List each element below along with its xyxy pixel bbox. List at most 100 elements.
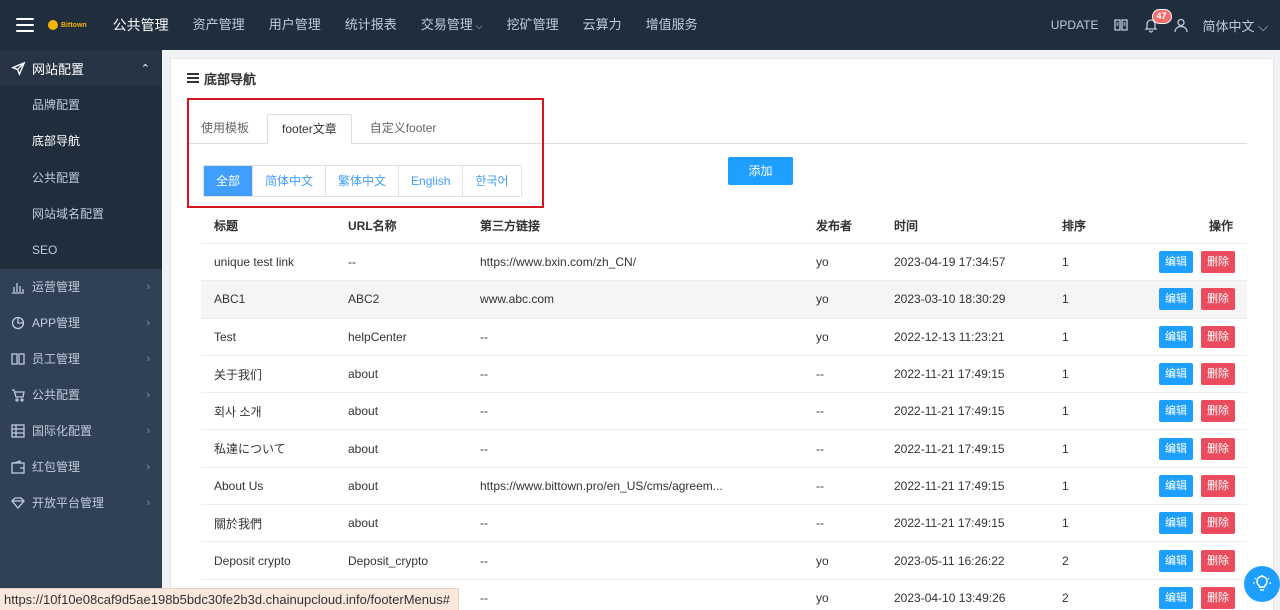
- lightbulb-icon[interactable]: [1244, 566, 1280, 602]
- table-cell-time: 2023-05-11 16:26:22: [894, 553, 1005, 568]
- table-cell-time: 2022-11-21 17:49:15: [894, 367, 1005, 382]
- table-cell-url: about: [348, 367, 379, 382]
- topnav-item-label: 增值服务: [645, 17, 698, 32]
- sidebar-group-label: 开放平台管理: [32, 496, 105, 510]
- edit-button[interactable]: 编辑: [1159, 586, 1193, 609]
- bar-chart-icon: [10, 280, 26, 294]
- table-cell-url: about: [348, 516, 379, 531]
- table-header: 标题 URL名称 第三方链接 发布者 时间 排序 操作: [201, 208, 1247, 244]
- table-row: 关于我们 about -- -- 2022-11-21 17:49:15 1 编辑 删除: [201, 356, 1247, 394]
- page-title-text: 底部导航: [204, 72, 257, 87]
- delete-button[interactable]: 删除: [1201, 325, 1235, 348]
- delete-button[interactable]: 删除: [1201, 512, 1235, 535]
- table-cell-link: --: [480, 553, 488, 568]
- language-selector[interactable]: 简体中文 ⌵: [1203, 16, 1269, 35]
- row-actions: 编辑 删除: [1139, 251, 1247, 274]
- table-cell-time: 2022-12-13 11:23:21: [894, 329, 1005, 344]
- user-icon[interactable]: [1173, 17, 1189, 33]
- delete-button[interactable]: 删除: [1201, 288, 1235, 311]
- delete-button[interactable]: 删除: [1201, 474, 1235, 497]
- chevron-up-icon: ⌃: [140, 62, 150, 75]
- topnav-item[interactable]: 公共管理: [101, 0, 181, 50]
- bell-icon[interactable]: 47: [1143, 9, 1172, 33]
- topnav-item-label: 云算力: [582, 17, 622, 32]
- topnav-item[interactable]: 用户管理: [257, 0, 333, 50]
- column-header: URL名称: [348, 219, 397, 233]
- column-header: 标题: [214, 219, 239, 233]
- sidebar-subitem[interactable]: 底部导航: [0, 123, 162, 160]
- delete-button[interactable]: 删除: [1201, 251, 1235, 274]
- topnav-item[interactable]: 资产管理: [181, 0, 257, 50]
- logo-mark: [48, 20, 58, 30]
- list-icon: [187, 71, 199, 86]
- row-actions: 编辑 删除: [1139, 400, 1247, 423]
- sidebar-subitem[interactable]: 公共配置: [0, 159, 162, 196]
- grid-icon: [10, 423, 26, 438]
- table-cell-title: About Us: [214, 478, 264, 493]
- brand-logo[interactable]: Bittown: [48, 20, 87, 30]
- edit-button[interactable]: 编辑: [1159, 400, 1193, 423]
- topnav-item[interactable]: 云算力: [571, 0, 634, 50]
- sidebar-group-website-config[interactable]: 网站配置 ⌃: [0, 50, 162, 86]
- sidebar-group[interactable]: 国际化配置 ›: [0, 413, 162, 449]
- sidebar-group[interactable]: 运营管理 ›: [0, 269, 162, 305]
- column-header: 发布者: [816, 219, 853, 233]
- delete-button[interactable]: 删除: [1201, 363, 1235, 386]
- topnav-item[interactable]: 交易管理 ⌵: [409, 0, 495, 51]
- table-cell-sort: 1: [1062, 478, 1069, 493]
- table-cell-publisher: --: [816, 441, 824, 456]
- table-cell-sort: 2: [1062, 553, 1069, 568]
- table-cell-title: Test: [214, 329, 237, 344]
- book-icon[interactable]: [1113, 17, 1129, 33]
- language-label: 简体中文: [1202, 18, 1255, 34]
- sidebar-subitem[interactable]: SEO: [0, 232, 162, 269]
- sidebar-group[interactable]: 红包管理 ›: [0, 449, 162, 485]
- top-nav: 公共管理 资产管理 用户管理 统计报表 交易管理 ⌵ 挖矿管理 云算力 增值服务: [101, 0, 710, 50]
- edit-button[interactable]: 编辑: [1159, 363, 1193, 386]
- table-cell-link: --: [480, 367, 488, 382]
- footer-article-table: 标题 URL名称 第三方链接 发布者 时间 排序 操作 unique test link --…: [201, 208, 1247, 610]
- delete-button[interactable]: 删除: [1201, 586, 1235, 609]
- topnav-item[interactable]: 挖矿管理: [495, 0, 571, 50]
- chevron-right-icon: ›: [146, 496, 150, 509]
- row-actions: 编辑 删除: [1139, 586, 1247, 609]
- edit-button[interactable]: 编辑: [1159, 251, 1193, 274]
- sidebar-group-label: 国际化配置: [32, 424, 93, 438]
- table-cell-time: 2023-03-10 18:30:29: [894, 292, 1006, 307]
- sidebar-submenu: 品牌配置 底部导航 公共配置 网站域名配置 SEO: [0, 86, 162, 269]
- delete-button[interactable]: 删除: [1201, 437, 1235, 460]
- edit-button[interactable]: 编辑: [1159, 437, 1193, 460]
- table-cell-title: 關於我們: [214, 516, 263, 531]
- edit-button[interactable]: 编辑: [1159, 325, 1193, 348]
- edit-button[interactable]: 编辑: [1159, 549, 1193, 572]
- table-cell-time: 2023-04-19 17:34:57: [894, 255, 1006, 270]
- chevron-right-icon: ›: [146, 316, 150, 329]
- sidebar-group[interactable]: APP管理 ›: [0, 305, 162, 341]
- sidebar-subitem[interactable]: 网站域名配置: [0, 196, 162, 233]
- sidebar-group[interactable]: 员工管理 ›: [0, 341, 162, 377]
- chevron-right-icon: ›: [146, 424, 150, 437]
- update-button[interactable]: UPDATE: [1051, 18, 1099, 32]
- table-cell-publisher: yo: [816, 553, 829, 568]
- sidebar-group[interactable]: 公共配置 ›: [0, 377, 162, 413]
- table-cell-sort: 1: [1062, 329, 1069, 344]
- add-button[interactable]: 添加: [728, 157, 793, 185]
- table-row: ABC1 ABC2 www.abc.com yo 2023-03-10 18:30:29…: [201, 281, 1247, 319]
- topnav-item[interactable]: 增值服务: [634, 0, 710, 50]
- delete-button[interactable]: 删除: [1201, 400, 1235, 423]
- table-row: Test helpCenter -- yo 2022-12-13 11:23:21 1 编辑…: [201, 319, 1247, 356]
- table-cell-title: 关于我们: [214, 367, 263, 382]
- row-actions: 编辑 删除: [1139, 325, 1247, 348]
- chevron-down-icon: ⌵: [1258, 18, 1268, 34]
- table-cell-link: --: [480, 590, 488, 605]
- menu-toggle-icon[interactable]: [16, 18, 34, 32]
- sidebar-group[interactable]: 开放平台管理 ›: [0, 485, 162, 521]
- topnav-item[interactable]: 统计报表: [333, 0, 409, 50]
- edit-button[interactable]: 编辑: [1159, 474, 1193, 497]
- sidebar: 网站配置 ⌃ 品牌配置 底部导航 公共配置 网站域名配置 SEO 运营管理 › APP管理 ›…: [0, 50, 162, 610]
- sidebar-subitem[interactable]: 品牌配置: [0, 86, 162, 123]
- edit-button[interactable]: 编辑: [1159, 288, 1193, 311]
- wallet-icon: [10, 459, 26, 474]
- edit-button[interactable]: 编辑: [1159, 512, 1193, 535]
- delete-button[interactable]: 删除: [1201, 549, 1235, 572]
